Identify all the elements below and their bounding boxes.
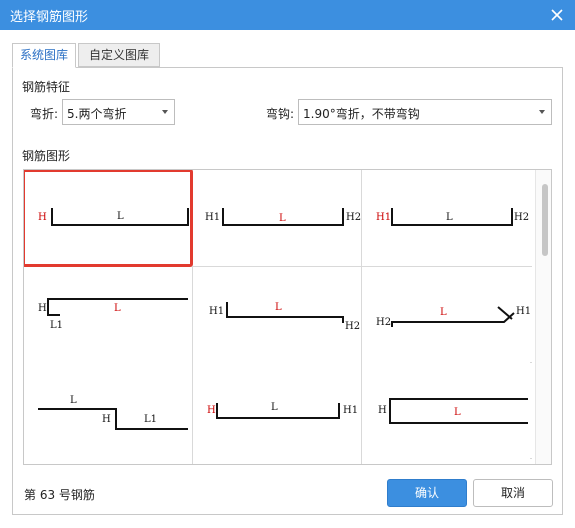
shape-cell-4[interactable]: H L L1	[24, 267, 192, 363]
shape-label: L	[446, 212, 453, 223]
shape-label: H1	[343, 405, 358, 416]
chevron-down-icon	[162, 110, 168, 114]
window-title: 选择钢筋图形	[10, 10, 89, 25]
shape-cell-3[interactable]: H1 L H2	[362, 170, 530, 266]
shape-label: H	[102, 414, 111, 425]
shape-cell-9[interactable]: H L	[362, 363, 530, 459]
hook-label: 弯钩:	[266, 107, 295, 121]
shape-label: L1	[144, 414, 157, 425]
shape-label: H1	[376, 212, 391, 223]
title-bar: 选择钢筋图形	[0, 0, 575, 30]
shape-label: L	[279, 213, 286, 224]
bend-select[interactable]: 5.两个弯折	[62, 99, 175, 125]
rebar-line	[216, 403, 340, 419]
shape-label: L	[114, 303, 121, 314]
rebar-line	[38, 408, 188, 430]
shape-label: L	[70, 395, 77, 406]
scrollbar[interactable]	[535, 170, 551, 464]
shape-cell-8[interactable]: H L H1	[193, 363, 361, 459]
shape-cell-7[interactable]: L H L1	[24, 363, 192, 459]
shape-label: L	[440, 307, 447, 318]
shape-label: L	[271, 402, 278, 413]
shape-label: H2	[345, 321, 360, 332]
shape-label: H1	[205, 212, 220, 223]
shape-label: L	[275, 302, 282, 313]
shape-label: H1	[516, 306, 530, 317]
shape-cell-1[interactable]: H L	[24, 170, 193, 267]
scrollbar-thumb[interactable]	[542, 184, 548, 256]
shape-label: H1	[209, 306, 224, 317]
hook-select-value: 1.90°弯折，不带弯钩	[303, 107, 420, 121]
close-icon[interactable]	[545, 3, 569, 27]
shapes-heading: 钢筋图形	[22, 149, 71, 163]
shape-label: H	[207, 405, 216, 416]
tab-custom-library[interactable]: 自定义图库	[78, 43, 160, 67]
shape-cell-2[interactable]: H1 L H2	[193, 170, 361, 266]
shape-label: H	[378, 405, 387, 416]
chevron-down-icon	[539, 110, 545, 114]
shape-label: H2	[346, 212, 361, 223]
shape-grid: H L H1 L H2 H1 L H2 H L L1 H1 L H2 L H1 …	[23, 169, 552, 465]
bend-label: 弯折:	[30, 107, 59, 121]
shape-cell-5[interactable]: H1 L H2	[193, 267, 361, 363]
shape-label: H	[38, 212, 47, 223]
shape-label: L	[117, 211, 124, 222]
rebar-line	[391, 312, 515, 327]
shape-label: H2	[376, 317, 391, 328]
tab-system-library[interactable]: 系统图库	[12, 43, 76, 68]
cancel-button[interactable]: 取消	[473, 479, 553, 507]
shape-label: L1	[50, 320, 63, 331]
features-heading: 钢筋特征	[22, 80, 71, 94]
shape-label: H2	[514, 212, 529, 223]
selected-rebar-status: 第 63 号钢筋	[24, 488, 95, 502]
confirm-button[interactable]: 确认	[387, 479, 467, 507]
shape-label: L	[454, 407, 461, 418]
hook-select[interactable]: 1.90°弯折，不带弯钩	[298, 99, 552, 125]
bend-select-value: 5.两个弯折	[67, 107, 127, 121]
shape-cell-6[interactable]: L H1 H2	[362, 267, 530, 363]
rebar-line	[226, 302, 344, 323]
shape-label: H	[38, 303, 47, 314]
rebar-line	[497, 306, 513, 320]
